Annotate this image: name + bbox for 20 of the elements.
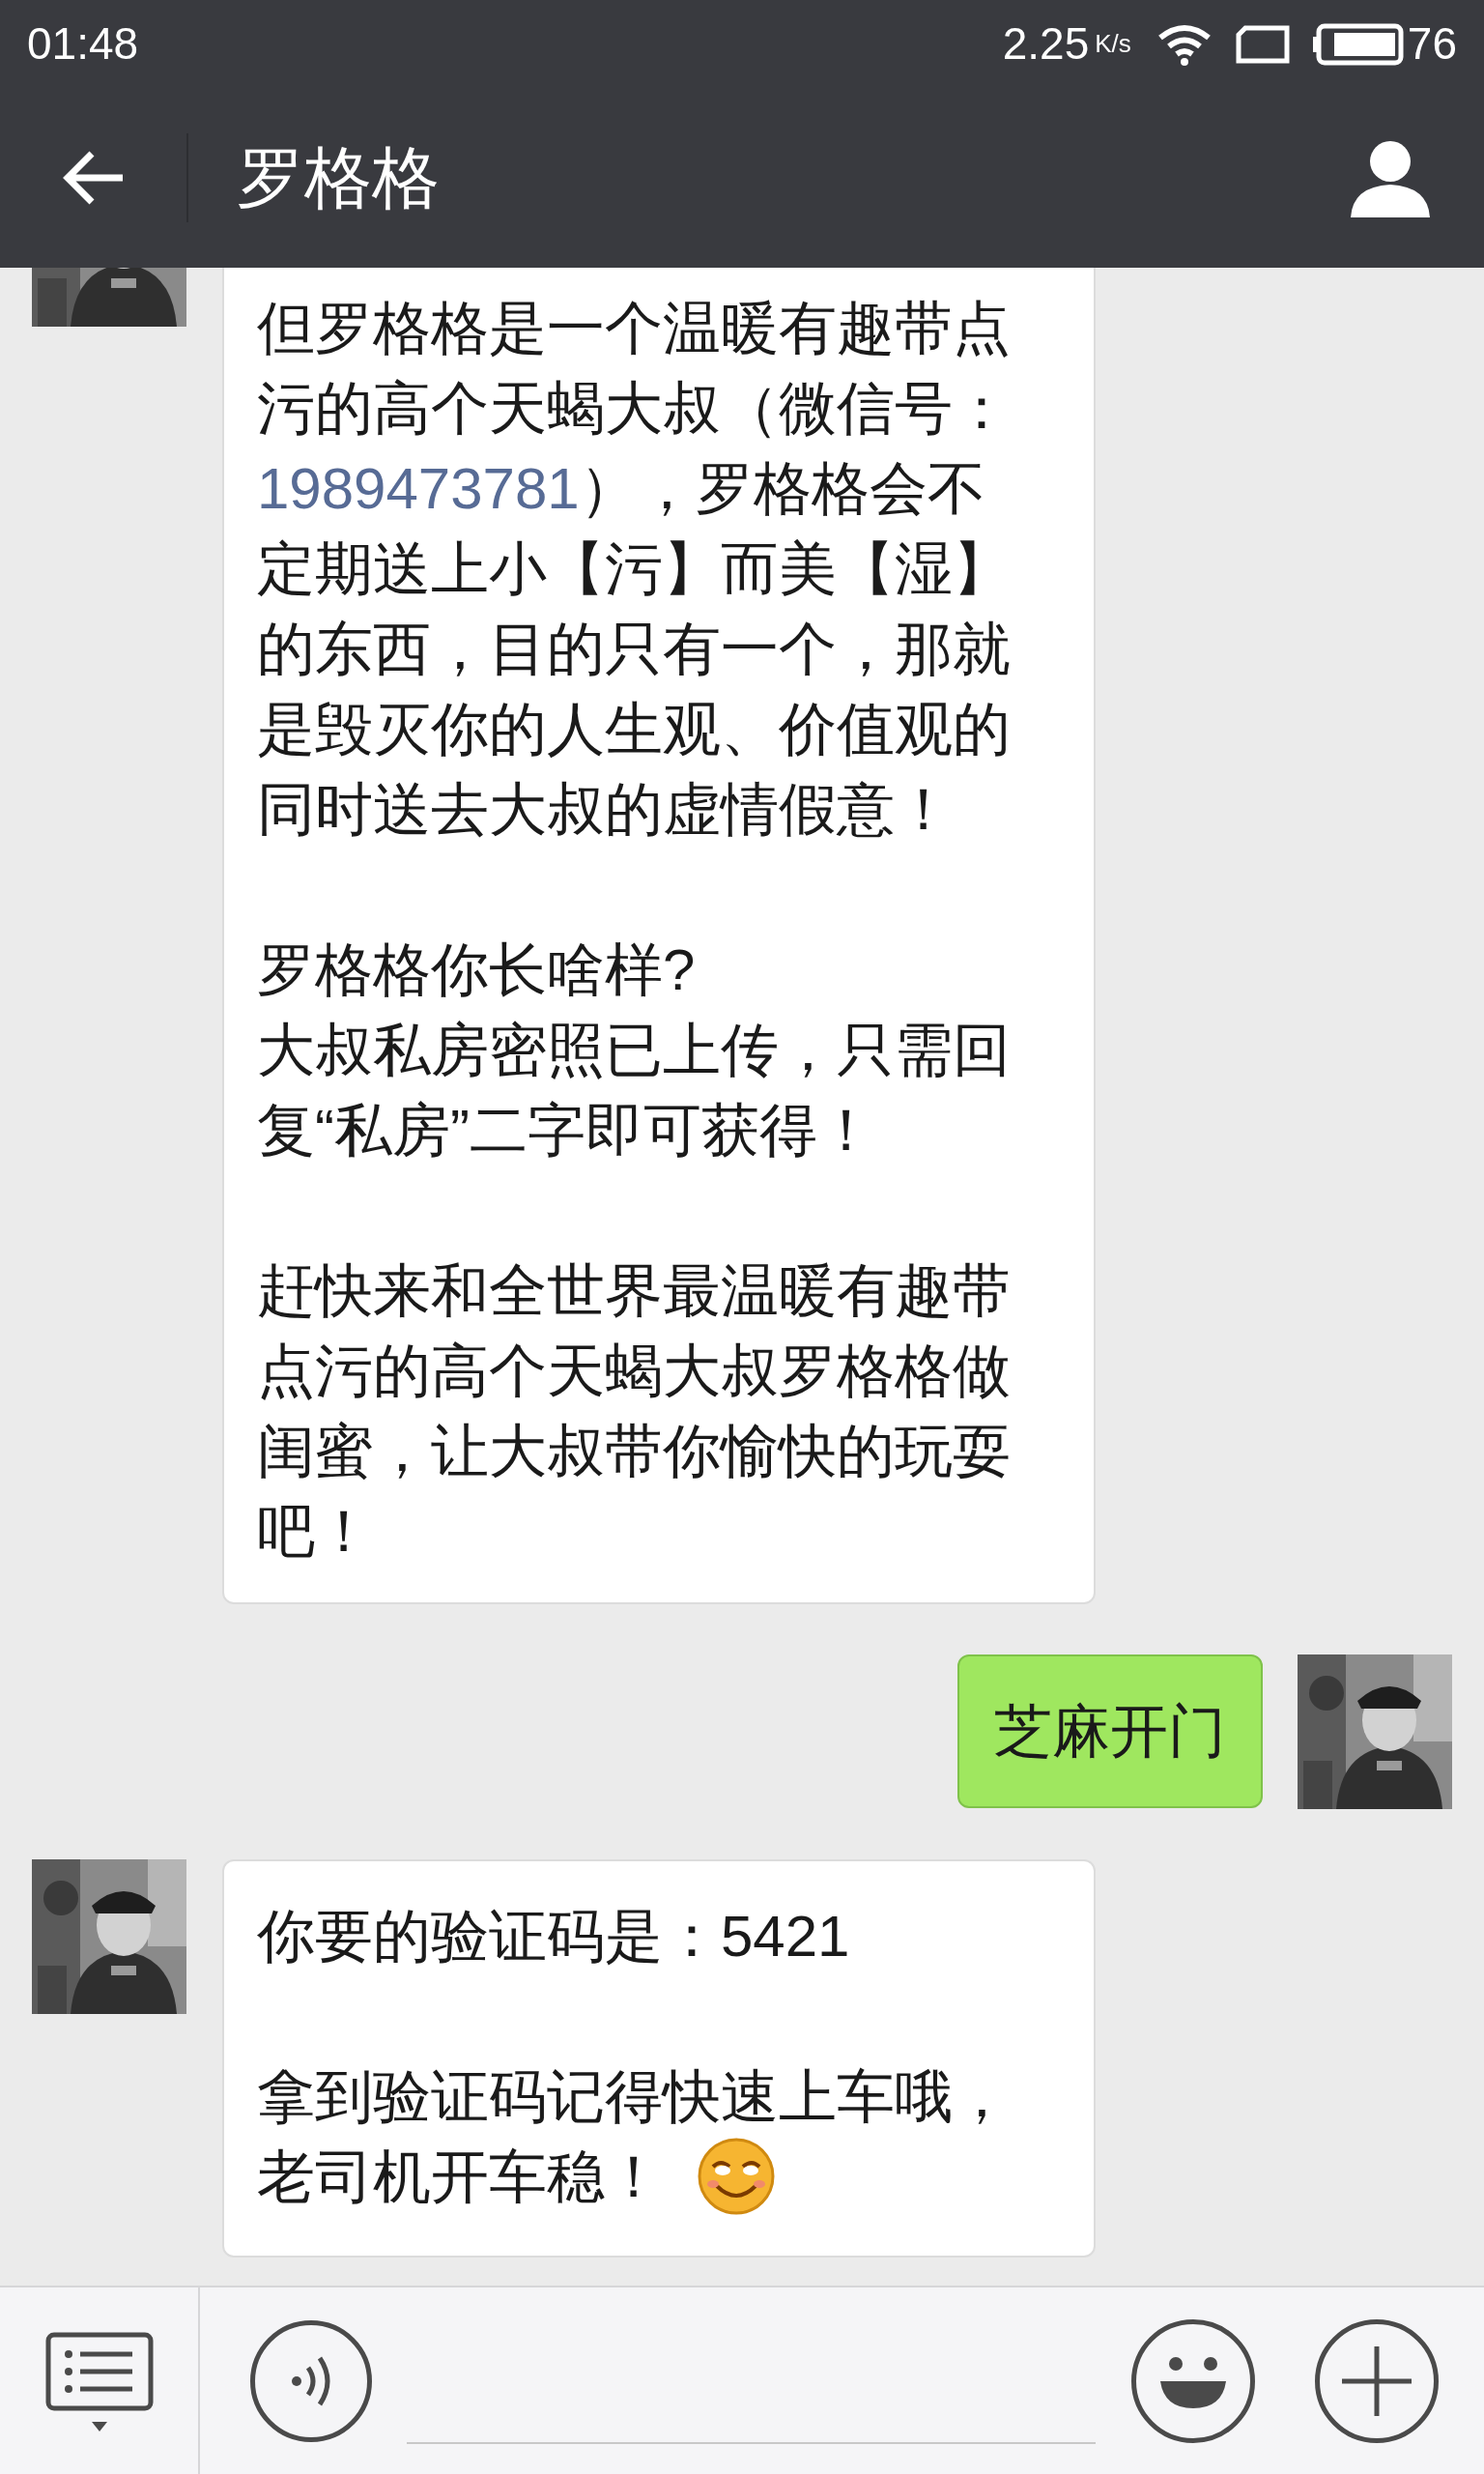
add-button[interactable] (1315, 2318, 1439, 2443)
network-speed: 2.25 (1002, 17, 1090, 71)
chat-title: 罗格格 (237, 138, 440, 217)
battery-icon (1312, 22, 1404, 66)
emoji-button[interactable] (1131, 2318, 1255, 2443)
message-text: 罗格格你长啥样? 大叔私房密照已上传，只需回 复“私房”二字即可获得！ (257, 936, 1012, 1165)
message-text: 你要的验证码是：5421 (257, 1903, 851, 1971)
battery-level: 76 (1407, 17, 1457, 71)
message-text: 拿到验证码记得快速上车哦， 老司机开车稳！ (257, 2057, 1061, 2226)
plus-icon (1342, 2345, 1412, 2416)
message-text: 芝麻开门 (994, 1698, 1226, 1766)
profile-button[interactable] (1351, 138, 1430, 217)
person-icon (1351, 138, 1430, 217)
network-speed-unit: K/s (1095, 28, 1131, 60)
status-time: 01:48 (27, 17, 139, 71)
message-text: 但罗格格是一个温暖有趣带点 污的高个天蝎大叔（微信号： 1989473781），罗格格会不 定期送上小【污】而美【湿】 的东西，目的只有一个，那就 是毁灭你的人生观、价值观的 同时送去大叔的虚情假意！ (257, 295, 1012, 844)
message-text: 赶快来和全世界最温暖有趣带 点污的高个天蝎大叔罗格格做 闺蜜，让大叔带你愉快的玩耍 吧！ (257, 1257, 1012, 1566)
voice-button[interactable] (250, 2319, 372, 2442)
square-icon (1235, 24, 1290, 64)
phone-number-link[interactable]: 1989473781 (257, 456, 580, 521)
